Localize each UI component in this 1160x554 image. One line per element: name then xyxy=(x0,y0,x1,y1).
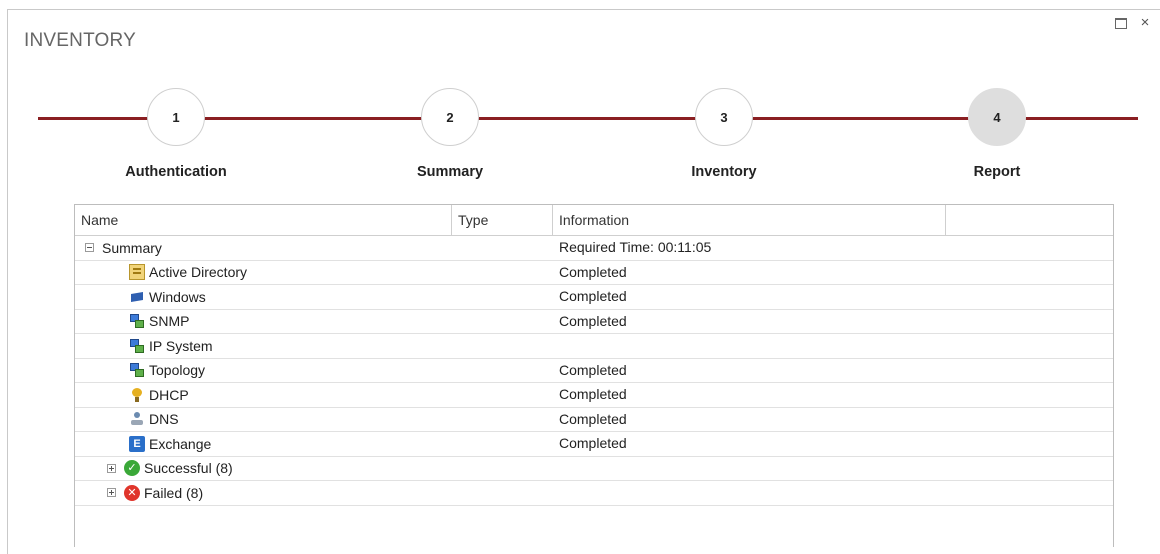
page-title: INVENTORY xyxy=(24,30,136,51)
tree-row-label: Exchange xyxy=(149,435,212,452)
tree-row-dns[interactable]: DNS Completed xyxy=(75,408,1113,432)
check-circle-icon: ✓ xyxy=(124,460,140,476)
tree-row-info: Completed xyxy=(559,435,627,451)
column-header-type[interactable]: Type xyxy=(452,205,553,235)
maximize-button[interactable] xyxy=(1112,14,1130,32)
tree-row-summary[interactable]: Summary Required Time: 00:11:05 xyxy=(75,236,1113,261)
tree-row-info: Completed xyxy=(559,312,627,329)
tree-row-label: Active Directory xyxy=(149,264,248,280)
x-circle-icon: ✕ xyxy=(124,484,140,501)
step-number[interactable]: 2 xyxy=(421,88,479,146)
tree-row-label: Successful (8) xyxy=(144,460,233,476)
step-label: Report xyxy=(973,164,1021,180)
tree-row-info: Completed xyxy=(559,410,627,427)
tree-row-active-directory[interactable]: Active Directory Completed xyxy=(75,261,1113,285)
tree-row-label: Topology xyxy=(149,362,206,378)
tree-row-label: IP System xyxy=(149,337,213,354)
tree-row-exchange[interactable]: E Exchange Completed xyxy=(75,432,1113,457)
step-label: Inventory xyxy=(691,164,757,180)
tree-row-failed[interactable]: ✕ Failed (8) xyxy=(75,481,1113,506)
grid-header: Name Type Information xyxy=(75,205,1113,236)
maximize-icon xyxy=(1115,17,1127,29)
dhcp-icon xyxy=(129,387,145,403)
expand-toggle-icon[interactable] xyxy=(107,463,116,473)
expand-toggle-icon[interactable] xyxy=(107,488,116,497)
tree-row-label: SNMP xyxy=(149,313,190,329)
tree-row-info: Completed xyxy=(559,288,627,304)
step-number[interactable]: 3 xyxy=(695,88,753,146)
tree-row-info: Completed xyxy=(559,361,627,378)
tree-row-info: Required Time: 00:11:05 xyxy=(559,239,712,255)
tree-row-label: Summary xyxy=(102,239,162,256)
tree-row-info: Completed xyxy=(559,263,627,280)
close-icon: × xyxy=(1140,14,1150,31)
network-icon xyxy=(129,313,145,329)
tree-row-label: DHCP xyxy=(149,386,189,403)
windows-icon xyxy=(129,289,145,305)
step-label: Authentication xyxy=(125,164,227,180)
tree-row-windows[interactable]: Windows Completed xyxy=(75,285,1113,310)
active-directory-icon xyxy=(129,264,145,280)
tree-row-snmp[interactable]: SNMP Completed xyxy=(75,310,1113,334)
tree-row-label: DNS xyxy=(149,411,179,427)
collapse-toggle-icon[interactable] xyxy=(85,243,94,252)
exchange-icon: E xyxy=(129,435,145,452)
column-header-information[interactable]: Information xyxy=(553,205,946,235)
tree-row-dhcp[interactable]: DHCP Completed xyxy=(75,383,1113,408)
tree-row-topology[interactable]: Topology Completed xyxy=(75,359,1113,383)
tree-row-ip-system[interactable]: IP System xyxy=(75,334,1113,359)
tree-row-successful[interactable]: ✓ Successful (8) xyxy=(75,457,1113,481)
column-header-extra[interactable] xyxy=(946,205,1114,235)
column-header-name[interactable]: Name xyxy=(75,205,452,235)
network-icon xyxy=(129,338,145,354)
dns-icon xyxy=(129,411,145,427)
step-number[interactable]: 1 xyxy=(147,88,205,146)
tree-row-info: Completed xyxy=(559,386,627,402)
step-number[interactable]: 4 xyxy=(968,88,1026,146)
tree-row-label: Windows xyxy=(149,288,206,305)
report-tree-grid[interactable]: Name Type Information Summary Required T… xyxy=(74,204,1114,547)
tree-row-label: Failed (8) xyxy=(144,484,204,501)
network-icon xyxy=(129,362,145,378)
close-button[interactable]: × xyxy=(1136,14,1154,32)
step-label: Summary xyxy=(416,164,484,180)
